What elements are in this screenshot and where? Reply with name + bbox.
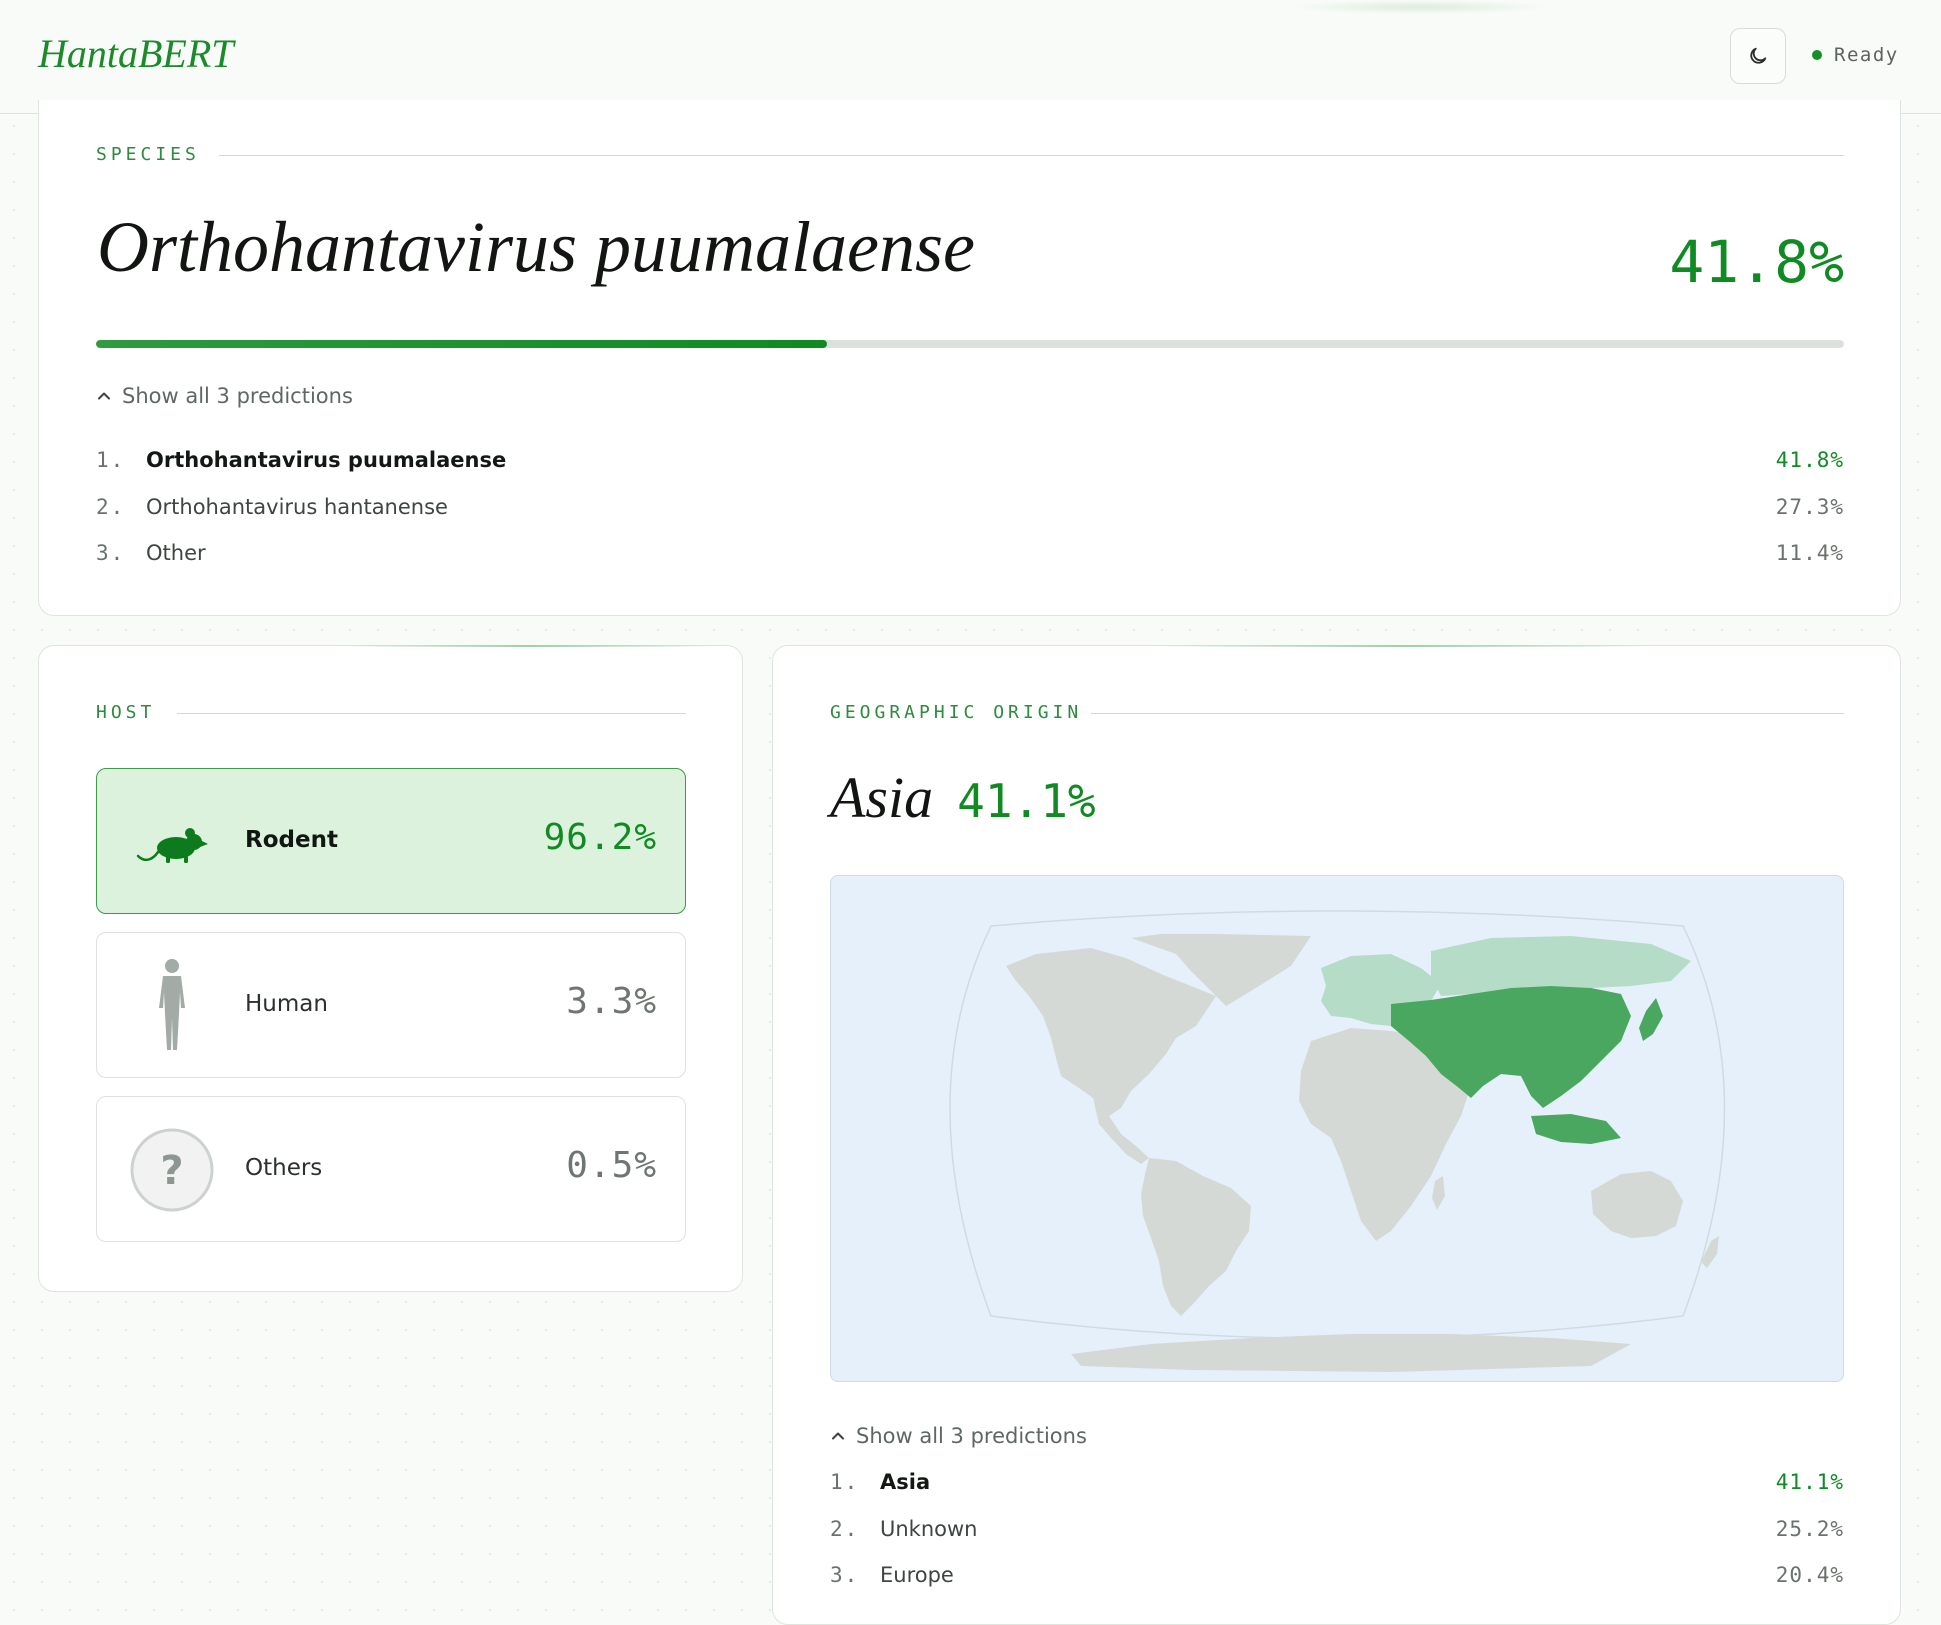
prediction-rank: 1. <box>96 448 126 472</box>
species-show-all-toggle[interactable]: Show all 3 predictions <box>96 384 353 408</box>
prediction-rank: 2. <box>830 1517 860 1541</box>
host-card: HOST Rodent 96.2% Human 3.3% ? Others 0.… <box>38 645 743 1292</box>
species-prediction-row: 3. Other 11.4% <box>96 533 1844 573</box>
status-dot <box>1812 50 1822 60</box>
prediction-pct: 25.2% <box>1775 1517 1844 1541</box>
host-option-label: Rodent <box>245 827 338 853</box>
geo-card: GEOGRAPHIC ORIGIN Asia 41.1% Show all 3 … <box>772 645 1901 1625</box>
host-option-label: Others <box>245 1155 323 1181</box>
brand-logo[interactable]: HantaBERT <box>38 30 234 77</box>
map-land-australia <box>1591 1171 1683 1238</box>
geo-section-label: GEOGRAPHIC ORIGIN <box>830 702 1083 723</box>
map-land-madagascar <box>1432 1176 1445 1210</box>
species-prediction-list: 1. Orthohantavirus puumalaense 41.8% 2. … <box>96 440 1844 570</box>
prediction-name: Asia <box>880 1470 931 1494</box>
prediction-pct: 11.4% <box>1775 541 1844 565</box>
card-accent-line <box>1153 645 1653 647</box>
card-accent-line <box>339 645 719 647</box>
prediction-name: Other <box>146 541 206 565</box>
geo-prediction-row: 3. Europe 20.4% <box>830 1555 1844 1595</box>
geo-toggle-label: Show all 3 predictions <box>856 1424 1087 1448</box>
chevron-up-icon <box>832 1432 844 1440</box>
prediction-pct: 27.3% <box>1775 495 1844 519</box>
host-option-human[interactable]: Human 3.3% <box>96 932 686 1078</box>
map-land-south-america <box>1141 1158 1251 1316</box>
species-label-rule <box>219 155 1844 156</box>
map-land-north-america <box>1006 948 1216 1116</box>
species-confidence-fill <box>96 340 827 348</box>
prediction-rank: 2. <box>96 495 126 519</box>
status-indicator: Ready <box>1812 44 1899 66</box>
app-header: HantaBERT Ready <box>0 0 1941 114</box>
geo-label-rule <box>1091 713 1844 714</box>
geo-top-prediction: Asia 41.1% <box>830 764 1096 831</box>
theme-toggle-button[interactable] <box>1730 28 1786 84</box>
host-option-others[interactable]: ? Others 0.5% <box>96 1096 686 1242</box>
prediction-name: Unknown <box>880 1517 978 1541</box>
species-toggle-label: Show all 3 predictions <box>122 384 353 408</box>
geo-top-region: Asia <box>830 765 934 830</box>
host-label-rule <box>177 713 686 714</box>
species-prediction-row: 1. Orthohantavirus puumalaense 41.8% <box>96 440 1844 480</box>
prediction-pct: 41.8% <box>1775 448 1844 472</box>
geo-prediction-row: 1. Asia 41.1% <box>830 1462 1844 1502</box>
species-top-confidence: 41.8% <box>1669 228 1844 296</box>
map-land-indonesia <box>1531 1114 1621 1144</box>
prediction-rank: 1. <box>830 1470 860 1494</box>
prediction-name: Europe <box>880 1563 954 1587</box>
host-option-pct: 0.5% <box>566 1145 657 1186</box>
prediction-name: Orthohantavirus puumalaense <box>146 448 507 472</box>
moon-icon <box>1750 47 1767 64</box>
prediction-rank: 3. <box>96 541 126 565</box>
host-option-pct: 96.2% <box>543 817 657 858</box>
host-section-label: HOST <box>96 702 156 723</box>
host-option-label: Human <box>245 991 328 1017</box>
chevron-up-icon <box>98 392 110 400</box>
prediction-pct: 41.1% <box>1775 1470 1844 1494</box>
human-icon <box>127 959 217 1051</box>
geo-prediction-list: 1. Asia 41.1% 2. Unknown 25.2% 3. Europe… <box>830 1462 1844 1592</box>
species-top-prediction: Orthohantavirus puumalaense <box>97 207 975 287</box>
species-prediction-row: 2. Orthohantavirus hantanense 27.3% <box>96 487 1844 527</box>
rodent-icon <box>127 797 217 887</box>
status-text: Ready <box>1834 44 1899 66</box>
header-glow <box>1290 0 1550 14</box>
world-map[interactable] <box>830 875 1844 1382</box>
species-section-label: SPECIES <box>96 144 200 165</box>
prediction-name: Orthohantavirus hantanense <box>146 495 448 519</box>
species-card: SPECIES Orthohantavirus puumalaense 41.8… <box>38 100 1901 616</box>
map-land-antarctica <box>1071 1334 1631 1372</box>
prediction-pct: 20.4% <box>1775 1563 1844 1587</box>
geo-show-all-toggle[interactable]: Show all 3 predictions <box>830 1424 1087 1448</box>
species-confidence-bar <box>96 340 1844 348</box>
geo-prediction-row: 2. Unknown 25.2% <box>830 1509 1844 1549</box>
host-option-pct: 3.3% <box>566 981 657 1022</box>
prediction-rank: 3. <box>830 1563 860 1587</box>
geo-top-confidence: 41.1% <box>957 774 1096 828</box>
host-option-rodent[interactable]: Rodent 96.2% <box>96 768 686 914</box>
map-land-japan <box>1639 998 1663 1041</box>
question-icon: ? <box>127 1125 217 1215</box>
svg-text:?: ? <box>160 1148 183 1194</box>
